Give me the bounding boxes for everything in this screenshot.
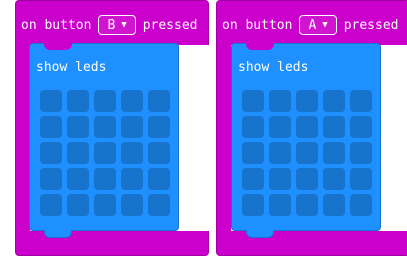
led-cell[interactable] xyxy=(242,90,264,112)
pressed-label: pressed xyxy=(343,17,399,33)
button-dropdown[interactable]: B ▼ xyxy=(98,15,136,35)
led-cell[interactable] xyxy=(323,90,345,112)
led-cell[interactable] xyxy=(148,90,170,112)
button-dropdown-value: A xyxy=(308,17,317,33)
led-cell[interactable] xyxy=(94,90,116,112)
led-cell[interactable] xyxy=(121,90,143,112)
led-cell[interactable] xyxy=(350,90,372,112)
caret-down-icon: ▼ xyxy=(322,20,328,30)
block-header: on button B ▼ pressed xyxy=(21,11,198,39)
show-leds-block[interactable]: show leds xyxy=(29,42,179,238)
led-cell[interactable] xyxy=(148,116,170,138)
led-cell[interactable] xyxy=(242,194,264,216)
led-cell[interactable] xyxy=(121,168,143,190)
led-cell[interactable] xyxy=(94,116,116,138)
led-cell[interactable] xyxy=(242,116,264,138)
led-cell[interactable] xyxy=(323,116,345,138)
led-grid xyxy=(40,90,170,216)
led-cell[interactable] xyxy=(296,168,318,190)
led-cell[interactable] xyxy=(350,168,372,190)
led-cell[interactable] xyxy=(148,194,170,216)
led-cell[interactable] xyxy=(67,194,89,216)
led-cell[interactable] xyxy=(296,116,318,138)
led-cell[interactable] xyxy=(40,116,62,138)
led-cell[interactable] xyxy=(323,142,345,164)
button-dropdown-value: B xyxy=(107,17,116,33)
led-cell[interactable] xyxy=(269,194,291,216)
block-bottom-tab xyxy=(246,230,274,238)
caret-down-icon: ▼ xyxy=(121,20,127,30)
led-grid xyxy=(242,90,372,216)
block-header: on button A ▼ pressed xyxy=(222,11,399,39)
led-cell[interactable] xyxy=(121,142,143,164)
led-cell[interactable] xyxy=(296,142,318,164)
led-cell[interactable] xyxy=(148,142,170,164)
led-cell[interactable] xyxy=(269,168,291,190)
led-cell[interactable] xyxy=(148,168,170,190)
led-cell[interactable] xyxy=(94,194,116,216)
show-leds-block[interactable]: show leds xyxy=(231,42,381,238)
led-cell[interactable] xyxy=(121,194,143,216)
led-cell[interactable] xyxy=(269,116,291,138)
led-cell[interactable] xyxy=(67,168,89,190)
on-button-label: on button xyxy=(21,17,92,33)
block-notch xyxy=(44,42,72,50)
on-button-label: on button xyxy=(222,17,293,33)
led-cell[interactable] xyxy=(67,116,89,138)
led-cell[interactable] xyxy=(350,194,372,216)
button-dropdown[interactable]: A ▼ xyxy=(299,15,337,35)
pressed-label: pressed xyxy=(142,17,198,33)
show-leds-label: show leds xyxy=(36,60,107,75)
led-cell[interactable] xyxy=(296,194,318,216)
led-cell[interactable] xyxy=(323,194,345,216)
block-bottom-tab xyxy=(44,230,72,238)
led-cell[interactable] xyxy=(40,168,62,190)
led-cell[interactable] xyxy=(269,142,291,164)
led-cell[interactable] xyxy=(296,90,318,112)
on-button-a-pressed-block[interactable]: on button A ▼ pressed show leds xyxy=(216,0,407,256)
led-cell[interactable] xyxy=(350,116,372,138)
led-cell[interactable] xyxy=(67,142,89,164)
led-cell[interactable] xyxy=(350,142,372,164)
led-cell[interactable] xyxy=(67,90,89,112)
led-cell[interactable] xyxy=(242,168,264,190)
led-cell[interactable] xyxy=(323,168,345,190)
led-cell[interactable] xyxy=(242,142,264,164)
block-notch xyxy=(246,42,274,50)
on-button-b-pressed-block[interactable]: on button B ▼ pressed show leds xyxy=(15,0,210,256)
led-cell[interactable] xyxy=(269,90,291,112)
led-cell[interactable] xyxy=(94,168,116,190)
led-cell[interactable] xyxy=(94,142,116,164)
led-cell[interactable] xyxy=(40,142,62,164)
led-cell[interactable] xyxy=(40,194,62,216)
led-cell[interactable] xyxy=(121,116,143,138)
led-cell[interactable] xyxy=(40,90,62,112)
show-leds-label: show leds xyxy=(238,60,309,75)
